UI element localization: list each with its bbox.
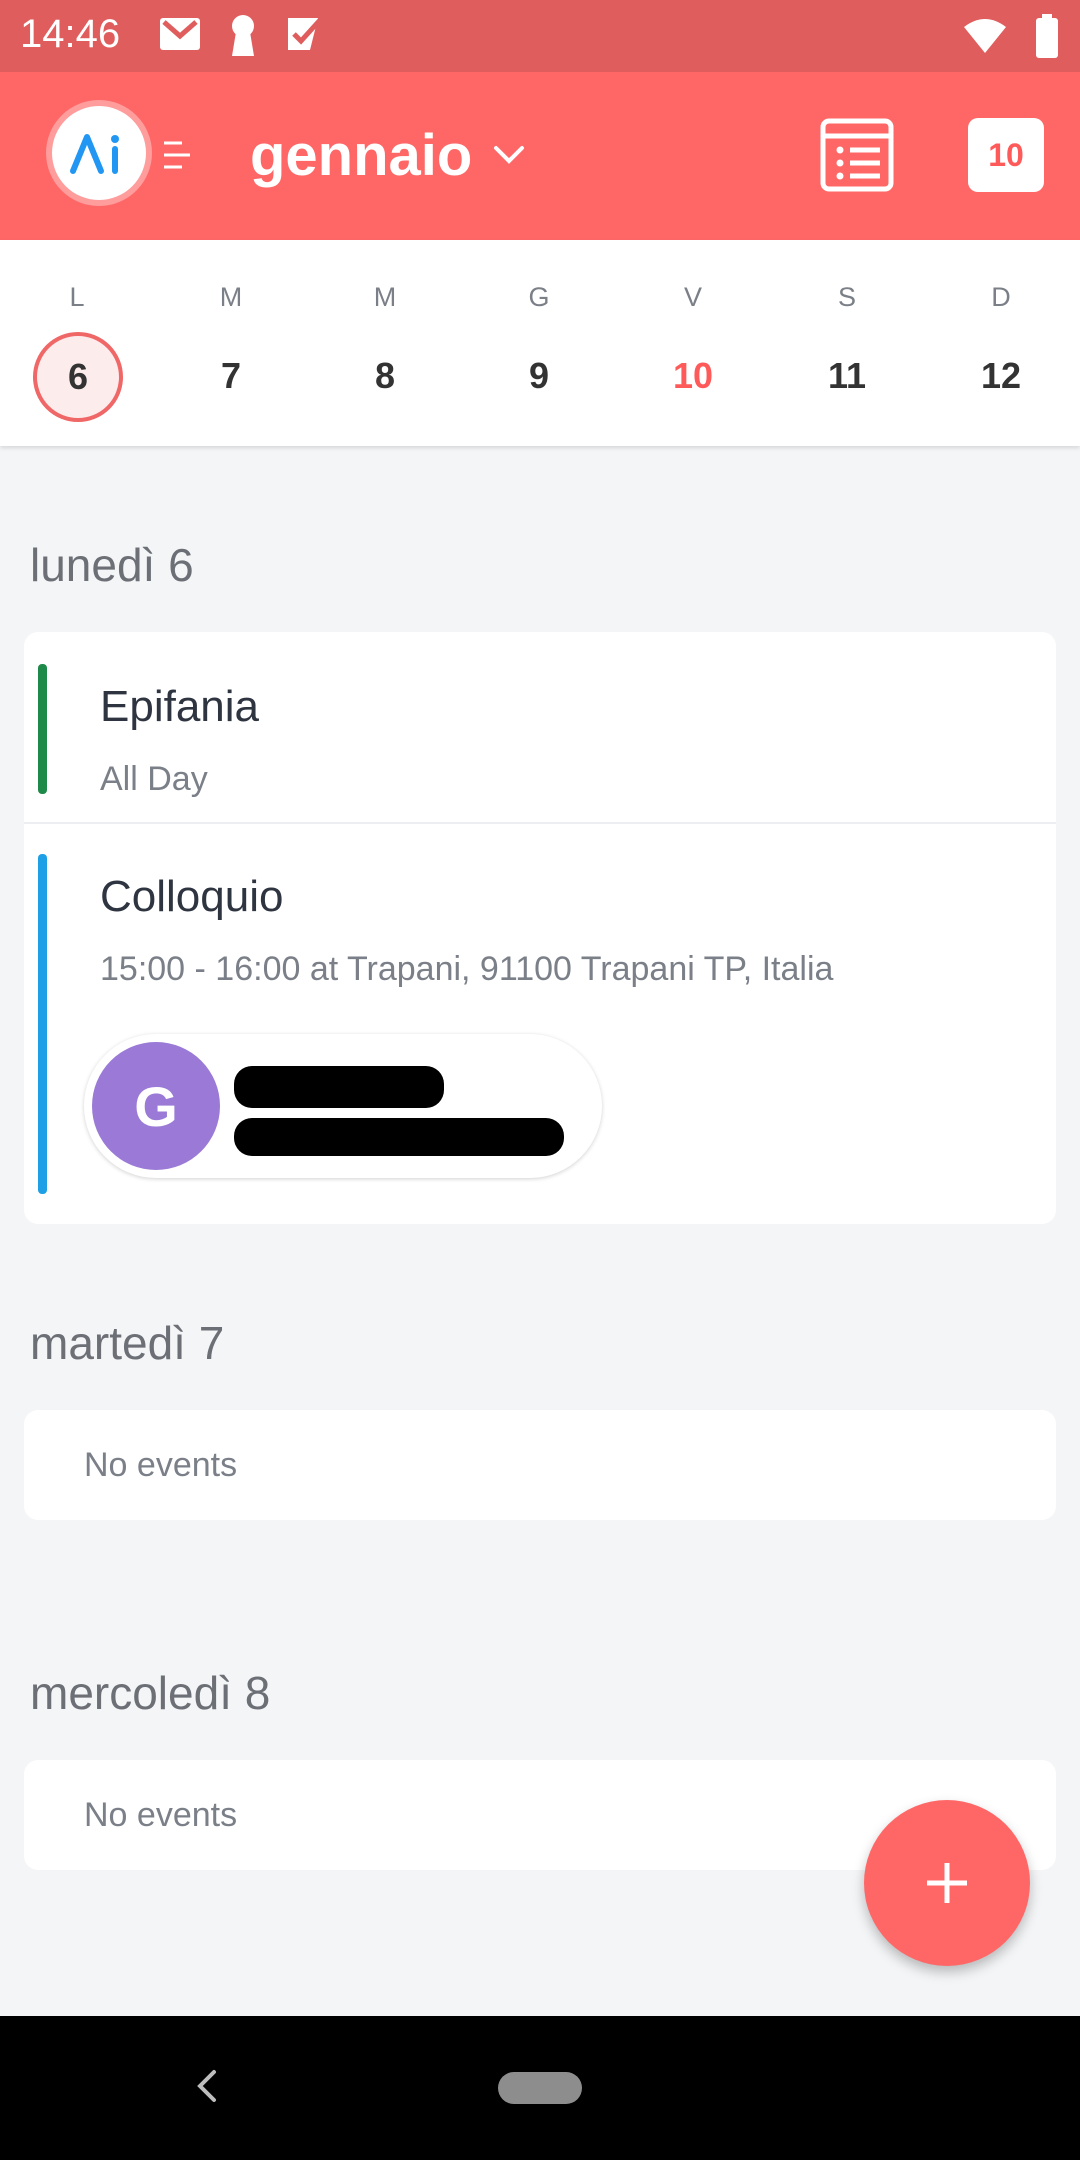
status-bar: 14:46: [0, 0, 1080, 72]
week-day-number: 9: [528, 355, 550, 396]
event-title: Epifania: [100, 682, 260, 731]
week-strip: L 6 M 7 M 8 G 9 V 10 S 11 D 12: [0, 240, 1080, 446]
attendee-chip[interactable]: G: [84, 1034, 602, 1178]
battery-icon: [1036, 14, 1058, 58]
day-heading-wednesday: mercoledì 8: [30, 1667, 271, 1719]
event-title: Colloquio: [100, 872, 284, 921]
avatar: G: [92, 1042, 220, 1170]
week-day[interactable]: M8: [308, 240, 462, 446]
no-events-label: No events: [84, 1796, 238, 1834]
event-time-location: 15:00 - 16:00 at Trapani, 91100 Trapani …: [100, 950, 834, 988]
week-day[interactable]: S 11: [770, 240, 924, 446]
keyhole-icon: [232, 15, 254, 56]
event-color-bar: [38, 664, 47, 794]
status-time: 14:46: [20, 12, 121, 56]
week-day-letter: S: [837, 282, 856, 312]
week-day[interactable]: V 10: [616, 240, 770, 446]
home-pill[interactable]: [498, 2072, 582, 2104]
day-heading-tuesday: martedì 7: [30, 1317, 225, 1369]
list-view-icon[interactable]: [820, 118, 894, 192]
menu-icon[interactable]: [162, 140, 192, 170]
redacted-name: [234, 1066, 444, 1108]
chevron-down-icon[interactable]: [492, 144, 526, 166]
no-events-label: No events: [84, 1446, 238, 1484]
week-day-number: 11: [827, 355, 867, 396]
month-title[interactable]: gennaio: [250, 122, 472, 189]
event-epifania[interactable]: Epifania All Day: [24, 632, 1056, 822]
week-day-number: 10: [672, 355, 714, 396]
app-logo[interactable]: [52, 106, 146, 200]
week-day[interactable]: D 12: [924, 240, 1078, 446]
week-day-letter: G: [528, 282, 550, 312]
week-day-number: 7: [220, 355, 242, 396]
back-icon[interactable]: [196, 2068, 218, 2104]
system-nav-bar: [0, 2016, 1080, 2160]
week-day[interactable]: L6: [0, 240, 154, 446]
redacted-email: [234, 1118, 564, 1156]
week-day-letter: D: [991, 282, 1011, 312]
today-button[interactable]: 10: [968, 118, 1044, 192]
wifi-icon: [964, 19, 1006, 53]
week-day[interactable]: G9: [462, 240, 616, 446]
week-day-letter: L: [69, 282, 85, 312]
logo-icon: [70, 134, 119, 174]
event-color-bar: [38, 854, 47, 1194]
task-check-icon: [288, 18, 322, 50]
plus-icon: [927, 1863, 967, 1903]
add-event-button[interactable]: [864, 1800, 1030, 1966]
day-card-tuesday: No events: [24, 1410, 1056, 1520]
app-bar: gennaio 10: [0, 72, 1080, 240]
week-day-letter: V: [683, 282, 702, 312]
week-day-letter: M: [373, 282, 397, 312]
week-day[interactable]: M7: [154, 240, 308, 446]
week-day-number: 12: [980, 355, 1022, 396]
week-day-number: 6: [33, 332, 123, 422]
week-day-letter: M: [219, 282, 243, 312]
event-time: All Day: [100, 760, 208, 798]
gmail-icon: [160, 18, 200, 50]
week-day-number: 8: [374, 355, 396, 396]
day-heading-monday: lunedì 6: [30, 539, 194, 591]
